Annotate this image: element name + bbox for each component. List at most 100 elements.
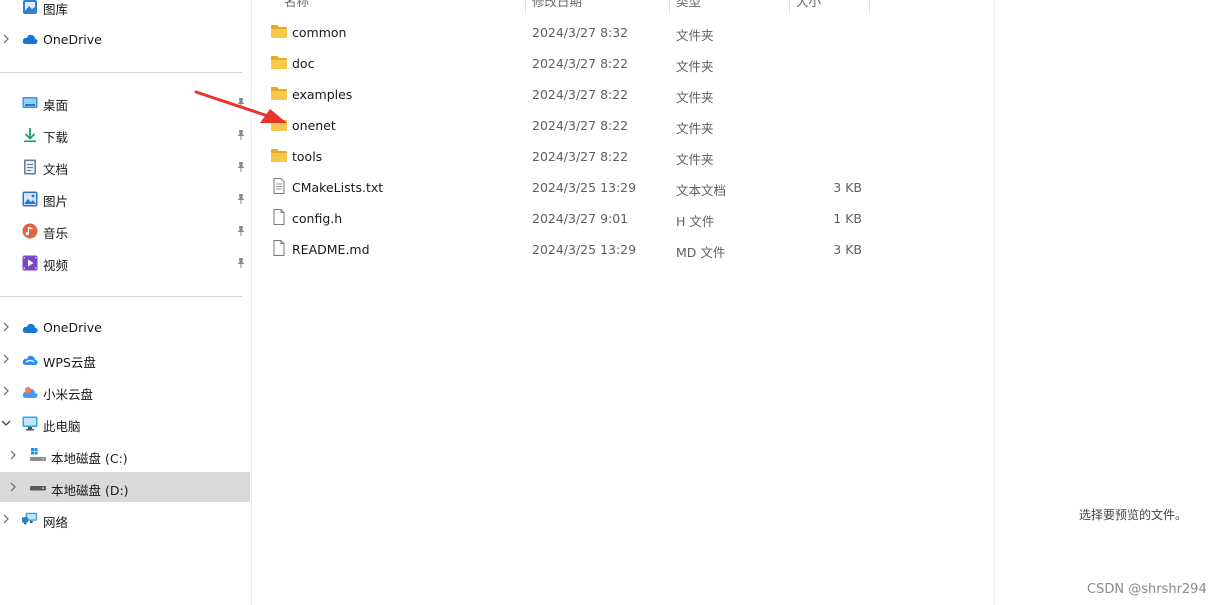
file-name: config.h xyxy=(292,211,343,226)
file-name: CMakeLists.txt xyxy=(292,180,384,195)
divider xyxy=(0,72,242,73)
preview-empty-message: 选择要预览的文件。 xyxy=(1079,508,1188,522)
file-date: 2024/3/25 13:29 xyxy=(532,242,637,257)
sidebar-item-network[interactable]: 网络 xyxy=(0,504,250,534)
onedrive-cloud-icon xyxy=(22,31,38,47)
file-row[interactable]: tools 2024/3/27 8:22 文件夹 xyxy=(262,142,872,170)
sidebar-item-drive-d[interactable]: 本地磁盘 (D:) xyxy=(0,472,250,502)
sidebar-item-label: 本地磁盘 (D:) xyxy=(51,483,129,498)
sidebar-item-onedrive-personal[interactable]: OneDrive xyxy=(0,24,250,54)
network-icon xyxy=(22,511,38,527)
sidebar-item-label: OneDrive xyxy=(43,32,102,47)
sidebar-item-music[interactable]: 音乐 xyxy=(0,216,250,246)
file-date: 2024/3/27 8:22 xyxy=(532,56,629,71)
annotation-arrow xyxy=(194,90,287,123)
pin-icon[interactable] xyxy=(236,225,246,237)
folder-icon xyxy=(270,54,288,70)
file-name: tools xyxy=(292,149,323,164)
sidebar-item-label: 视频 xyxy=(43,258,69,273)
file-row[interactable]: doc 2024/3/27 8:22 文件夹 xyxy=(262,49,872,77)
sidebar-item-gallery[interactable]: 图库 xyxy=(0,0,250,22)
file-row[interactable]: examples 2024/3/27 8:22 文件夹 xyxy=(262,80,872,108)
sidebar-item-pictures[interactable]: 图片 xyxy=(0,184,250,214)
drive-icon xyxy=(30,480,46,496)
pin-icon[interactable] xyxy=(236,193,246,205)
chevron-right-icon[interactable] xyxy=(0,33,12,45)
file-name: doc xyxy=(292,56,315,71)
chevron-right-icon[interactable] xyxy=(7,481,19,493)
watermark: CSDN @shrshr294 xyxy=(1087,582,1207,597)
file-type: MD 文件 xyxy=(676,245,726,260)
desktop-icon xyxy=(22,95,38,111)
sidebar-item-label: 文档 xyxy=(43,162,69,177)
sidebar-item-documents[interactable]: 文档 xyxy=(0,152,250,182)
column-header-size[interactable]: 大小 xyxy=(796,0,821,10)
chevron-right-icon[interactable] xyxy=(0,353,12,365)
sidebar-item-label: OneDrive xyxy=(43,320,102,335)
video-icon xyxy=(22,255,38,271)
sidebar-item-label: 网络 xyxy=(43,515,69,530)
sidebar-item-label: 桌面 xyxy=(43,98,69,113)
sidebar-item-drive-c[interactable]: 本地磁盘 (C:) xyxy=(0,440,250,470)
sidebar-item-label: 本地磁盘 (C:) xyxy=(51,451,128,466)
file-row[interactable]: README.md 2024/3/25 13:29 MD 文件 3 KB xyxy=(262,235,872,263)
pictures-icon xyxy=(22,191,38,207)
column-divider[interactable] xyxy=(869,0,870,14)
windows-drive-icon xyxy=(30,447,46,463)
text-file-icon xyxy=(270,178,288,194)
file-size: 3 KB xyxy=(833,180,862,195)
file-row[interactable]: CMakeLists.txt 2024/3/25 13:29 文本文档 3 KB xyxy=(262,173,872,201)
sidebar-item-xiaomi-cloud[interactable]: 小米云盘 xyxy=(0,376,250,406)
folder-icon xyxy=(270,23,288,39)
column-header-name[interactable]: 名称 xyxy=(284,0,309,10)
sidebar-item-this-pc[interactable]: 此电脑 xyxy=(0,408,250,438)
file-type: 文件夹 xyxy=(676,121,714,136)
column-divider[interactable] xyxy=(789,0,790,14)
sidebar-item-onedrive[interactable]: OneDrive xyxy=(0,312,250,342)
pin-icon[interactable] xyxy=(236,257,246,269)
file-date: 2024/3/27 8:22 xyxy=(532,87,629,102)
sidebar-item-videos[interactable]: 视频 xyxy=(0,248,250,278)
computer-icon xyxy=(22,415,38,431)
column-header-date[interactable]: 修改日期 xyxy=(532,0,582,10)
sidebar-item-label: WPS云盘 xyxy=(43,355,96,370)
document-icon xyxy=(22,159,38,175)
file-type: 文件夹 xyxy=(676,28,714,43)
file-type: 文件夹 xyxy=(676,90,714,105)
onedrive-cloud-icon xyxy=(22,320,38,336)
sidebar-item-label: 下载 xyxy=(43,130,69,145)
xiaomi-cloud-icon xyxy=(22,384,38,400)
file-row[interactable]: common 2024/3/27 8:32 文件夹 xyxy=(262,18,872,46)
file-type: 文件夹 xyxy=(676,59,714,74)
chevron-right-icon[interactable] xyxy=(0,385,12,397)
file-row[interactable]: onenet 2024/3/27 8:22 文件夹 xyxy=(262,111,872,139)
file-row[interactable]: config.h 2024/3/27 9:01 H 文件 1 KB xyxy=(262,204,872,232)
wps-cloud-icon xyxy=(22,352,38,368)
file-name: README.md xyxy=(292,242,370,257)
sidebar-item-label: 此电脑 xyxy=(43,419,81,434)
chevron-down-icon[interactable] xyxy=(0,417,12,429)
sidebar-item-label: 小米云盘 xyxy=(43,387,94,402)
gallery-icon xyxy=(22,0,38,15)
sidebar-item-label: 图库 xyxy=(43,2,69,17)
file-date: 2024/3/25 13:29 xyxy=(532,180,637,195)
column-divider[interactable] xyxy=(669,0,670,14)
file-type: H 文件 xyxy=(676,214,715,229)
column-header-type[interactable]: 类型 xyxy=(676,0,701,10)
chevron-right-icon[interactable] xyxy=(7,449,19,461)
download-icon xyxy=(22,127,38,143)
file-size: 3 KB xyxy=(833,242,862,257)
chevron-right-icon[interactable] xyxy=(0,513,12,525)
file-icon xyxy=(270,209,288,225)
divider xyxy=(0,296,242,297)
chevron-right-icon[interactable] xyxy=(0,321,12,333)
folder-icon xyxy=(270,147,288,163)
file-size: 1 KB xyxy=(833,211,862,226)
sidebar-item-wps-cloud[interactable]: WPS云盘 xyxy=(0,344,250,374)
file-date: 2024/3/27 8:22 xyxy=(532,118,629,133)
column-divider[interactable] xyxy=(525,0,526,14)
sidebar-item-label: 音乐 xyxy=(43,226,69,241)
preview-pane: 选择要预览的文件。 CSDN @shrshr294 xyxy=(994,0,1225,605)
file-name: examples xyxy=(292,87,353,102)
pin-icon[interactable] xyxy=(236,161,246,173)
